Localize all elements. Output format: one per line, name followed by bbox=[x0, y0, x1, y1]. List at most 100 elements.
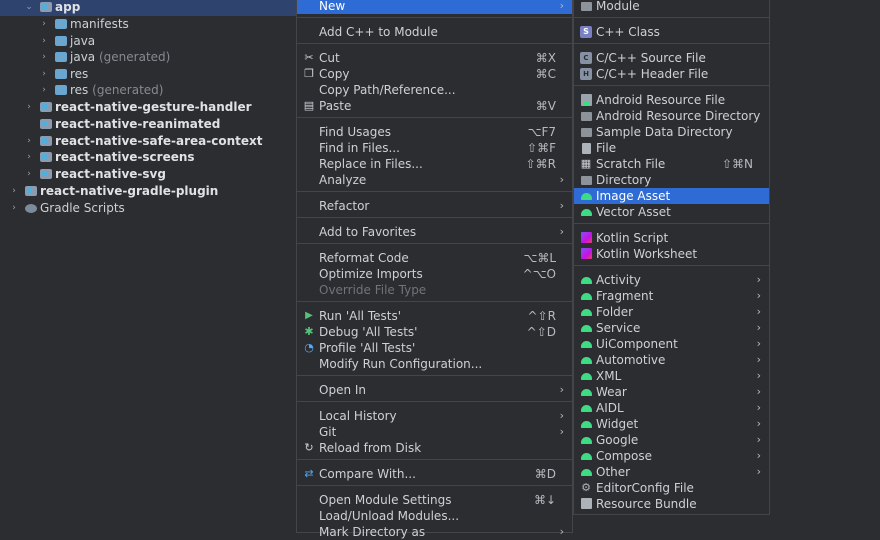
chevron-right-icon[interactable]: › bbox=[39, 82, 49, 99]
new-item-module[interactable]: Module bbox=[574, 0, 769, 14]
menu-separator bbox=[297, 459, 572, 460]
chevron-right-icon[interactable]: › bbox=[24, 133, 34, 150]
menu-item-open-module-settings[interactable]: Open Module Settings ⌘↓ bbox=[297, 492, 572, 508]
tree-item-label: res bbox=[70, 67, 89, 81]
menu-item-find-usages[interactable]: Find Usages ⌥F7 bbox=[297, 124, 572, 140]
tree-item-screens[interactable]: › react-native-screens bbox=[0, 149, 296, 166]
new-item-compose[interactable]: Compose › bbox=[574, 448, 769, 464]
menu-item-refactor[interactable]: Refactor › bbox=[297, 198, 572, 214]
tree-item-label: manifests bbox=[70, 17, 129, 31]
new-item-automotive[interactable]: Automotive › bbox=[574, 352, 769, 368]
menu-separator bbox=[574, 223, 769, 224]
android-icon bbox=[581, 325, 592, 332]
folder-icon bbox=[581, 112, 592, 121]
new-item-xml[interactable]: XML › bbox=[574, 368, 769, 384]
menu-item-compare-with[interactable]: ⇄ Compare With... ⌘D bbox=[297, 466, 572, 482]
menu-item-load-unload-modules[interactable]: Load/Unload Modules... bbox=[297, 508, 572, 524]
chevron-right-icon: › bbox=[756, 369, 761, 382]
new-item-sample-data-directory[interactable]: Sample Data Directory bbox=[574, 124, 769, 140]
menu-item-copy-path[interactable]: Copy Path/Reference... bbox=[297, 82, 572, 98]
new-item-aidl[interactable]: AIDL › bbox=[574, 400, 769, 416]
module-icon bbox=[40, 152, 52, 162]
tree-item-gradle-scripts[interactable]: › Gradle Scripts bbox=[0, 200, 296, 217]
menu-separator bbox=[297, 485, 572, 486]
new-item-kotlin-worksheet[interactable]: Kotlin Worksheet bbox=[574, 246, 769, 262]
tree-item-reanimated[interactable]: react-native-reanimated bbox=[0, 116, 296, 133]
new-item-activity[interactable]: Activity › bbox=[574, 272, 769, 288]
tree-item-gradle-plugin[interactable]: › react-native-gradle-plugin bbox=[0, 183, 296, 200]
new-item-google[interactable]: Google › bbox=[574, 432, 769, 448]
new-item-fragment[interactable]: Fragment › bbox=[574, 288, 769, 304]
menu-item-profile-all-tests[interactable]: ◔ Profile 'All Tests' bbox=[297, 340, 572, 356]
new-item-image-asset[interactable]: Image Asset bbox=[574, 188, 769, 204]
new-submenu: Module S C++ Class C C/C++ Source File H… bbox=[573, 0, 770, 515]
new-item-scratch-file[interactable]: ▦ Scratch File ⇧⌘N bbox=[574, 156, 769, 172]
new-item-folder[interactable]: Folder › bbox=[574, 304, 769, 320]
gear-icon: ⚙ bbox=[581, 481, 591, 494]
menu-item-git[interactable]: Git › bbox=[297, 424, 572, 440]
tree-item-java-generated[interactable]: › java (generated) bbox=[0, 49, 296, 66]
chevron-down-icon[interactable]: ⌄ bbox=[24, 0, 34, 16]
new-item-cpp-source[interactable]: C C/C++ Source File bbox=[574, 50, 769, 66]
tree-item-java[interactable]: › java bbox=[0, 33, 296, 50]
folder-icon bbox=[581, 176, 592, 185]
new-item-cpp-class[interactable]: S C++ Class bbox=[574, 24, 769, 40]
cpp-header-icon: H bbox=[580, 68, 592, 80]
chevron-right-icon: › bbox=[756, 385, 761, 398]
new-item-other[interactable]: Other › bbox=[574, 464, 769, 480]
folder-icon bbox=[55, 85, 67, 95]
menu-item-new[interactable]: New › bbox=[297, 0, 572, 14]
chevron-right-icon[interactable]: › bbox=[39, 49, 49, 66]
cpp-source-icon: C bbox=[580, 52, 592, 64]
chevron-right-icon[interactable]: › bbox=[24, 99, 34, 116]
menu-item-run-all-tests[interactable]: ▶ Run 'All Tests' ^⇧R bbox=[297, 308, 572, 324]
menu-item-analyze[interactable]: Analyze › bbox=[297, 172, 572, 188]
tree-item-label: res bbox=[70, 83, 89, 97]
tree-item-manifests[interactable]: › manifests bbox=[0, 16, 296, 33]
new-item-resource-bundle[interactable]: Resource Bundle bbox=[574, 496, 769, 512]
menu-item-open-in[interactable]: Open In › bbox=[297, 382, 572, 398]
android-icon bbox=[581, 357, 592, 364]
chevron-right-icon[interactable]: › bbox=[39, 66, 49, 83]
tree-item-svg[interactable]: › react-native-svg bbox=[0, 166, 296, 183]
menu-item-mark-directory-as[interactable]: Mark Directory as › bbox=[297, 524, 572, 540]
menu-item-paste[interactable]: ▤ Paste ⌘V bbox=[297, 98, 572, 114]
menu-item-reformat-code[interactable]: Reformat Code ⌥⌘L bbox=[297, 250, 572, 266]
menu-item-add-to-favorites[interactable]: Add to Favorites › bbox=[297, 224, 572, 240]
new-item-vector-asset[interactable]: Vector Asset bbox=[574, 204, 769, 220]
new-item-kotlin-script[interactable]: Kotlin Script bbox=[574, 230, 769, 246]
chevron-right-icon[interactable]: › bbox=[9, 200, 19, 217]
tree-item-res[interactable]: › res bbox=[0, 66, 296, 83]
new-item-android-resource-directory[interactable]: Android Resource Directory bbox=[574, 108, 769, 124]
menu-item-debug-all-tests[interactable]: ✱ Debug 'All Tests' ^⇧D bbox=[297, 324, 572, 340]
new-item-widget[interactable]: Widget › bbox=[574, 416, 769, 432]
menu-item-copy[interactable]: ❐ Copy ⌘C bbox=[297, 66, 572, 82]
menu-item-optimize-imports[interactable]: Optimize Imports ^⌥O bbox=[297, 266, 572, 282]
new-item-wear[interactable]: Wear › bbox=[574, 384, 769, 400]
tree-item-res-generated[interactable]: › res (generated) bbox=[0, 82, 296, 99]
tree-item-app[interactable]: ⌄ app bbox=[0, 0, 296, 16]
menu-item-cut[interactable]: ✂ Cut ⌘X bbox=[297, 50, 572, 66]
new-item-file[interactable]: File bbox=[574, 140, 769, 156]
chevron-right-icon[interactable]: › bbox=[39, 33, 49, 50]
menu-item-replace-in-files[interactable]: Replace in Files... ⇧⌘R bbox=[297, 156, 572, 172]
menu-item-add-cpp[interactable]: Add C++ to Module bbox=[297, 24, 572, 40]
tree-item-safe-area-context[interactable]: › react-native-safe-area-context bbox=[0, 133, 296, 150]
new-item-directory[interactable]: Directory bbox=[574, 172, 769, 188]
chevron-right-icon: › bbox=[756, 321, 761, 334]
reload-icon: ↻ bbox=[304, 441, 314, 454]
menu-item-reload-from-disk[interactable]: ↻ Reload from Disk bbox=[297, 440, 572, 456]
chevron-right-icon[interactable]: › bbox=[24, 166, 34, 183]
new-item-cpp-header[interactable]: H C/C++ Header File bbox=[574, 66, 769, 82]
new-item-service[interactable]: Service › bbox=[574, 320, 769, 336]
menu-item-find-in-files[interactable]: Find in Files... ⇧⌘F bbox=[297, 140, 572, 156]
chevron-right-icon[interactable]: › bbox=[9, 183, 19, 200]
menu-item-local-history[interactable]: Local History › bbox=[297, 408, 572, 424]
chevron-right-icon[interactable]: › bbox=[24, 149, 34, 166]
new-item-uicomponent[interactable]: UiComponent › bbox=[574, 336, 769, 352]
tree-item-gesture-handler[interactable]: › react-native-gesture-handler bbox=[0, 99, 296, 116]
new-item-editorconfig-file[interactable]: ⚙ EditorConfig File bbox=[574, 480, 769, 496]
new-item-android-resource-file[interactable]: Android Resource File bbox=[574, 92, 769, 108]
menu-item-modify-run-configuration[interactable]: Modify Run Configuration... bbox=[297, 356, 572, 372]
chevron-right-icon[interactable]: › bbox=[39, 16, 49, 33]
